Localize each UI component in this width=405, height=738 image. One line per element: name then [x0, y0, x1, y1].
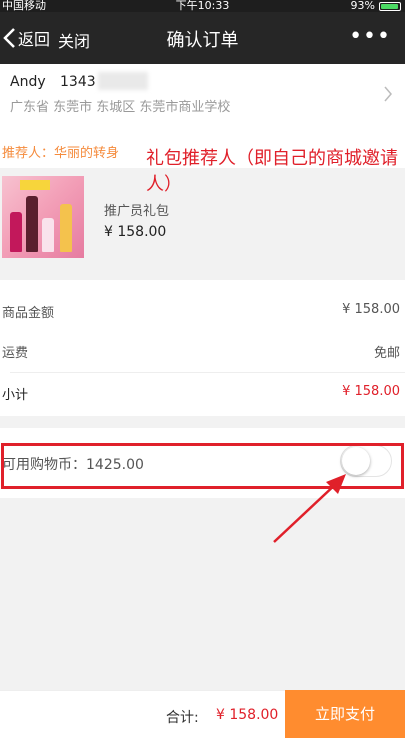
shipping-value: 免邮	[373, 346, 400, 361]
pay-now-button[interactable]: 立即支付	[285, 690, 405, 738]
battery-percent: 93%	[350, 0, 375, 12]
address-detail: 广东省 东莞市 东城区 东莞市商业学校	[10, 100, 231, 115]
status-time: 下午10:33	[175, 0, 230, 12]
product-image-bottle	[10, 212, 22, 252]
annotation-arrow-icon	[273, 474, 346, 543]
goods-amount-label: 商品金额	[2, 306, 55, 321]
shipping-row: 运费 免邮	[0, 330, 405, 370]
product-image	[2, 176, 84, 258]
recommender-label: 推荐人：华丽的转身	[2, 146, 120, 161]
product-image-bottle	[26, 196, 38, 252]
subtotal-label: 小计	[2, 388, 29, 403]
product-price: ¥ 158.00	[104, 224, 167, 240]
subtotal-value: ¥ 158.00	[342, 384, 400, 399]
status-right: 93%	[351, 0, 401, 12]
product-name: 推广员礼包	[104, 204, 170, 219]
goods-amount-value: ¥ 158.00	[342, 302, 400, 317]
phone-redaction	[98, 72, 148, 90]
total-label: 合计:	[166, 710, 199, 726]
product-image-bottle	[60, 204, 72, 252]
recipient-phone: 1343	[60, 74, 96, 90]
status-bar: 中国移动 下午10:33 93%	[0, 0, 405, 12]
product-image-tag	[20, 180, 50, 190]
shipping-address[interactable]: Andy 1343 广东省 东莞市 东城区 东莞市商业学校	[0, 64, 405, 184]
shopping-coins-label: 可用购物币：1425.00	[2, 457, 144, 473]
recipient-name: Andy	[10, 74, 46, 90]
annotation-text: 礼包推荐人（即自己的商城邀请人）	[146, 148, 398, 195]
chevron-left-icon	[3, 28, 15, 48]
battery-icon	[379, 1, 401, 11]
nav-bar: 返回 关闭 确认订单 •••	[0, 12, 405, 64]
order-summary: 商品金额 ¥ 158.00 运费 免邮 小计 ¥ 158.00	[0, 280, 405, 416]
close-button[interactable]: 关闭	[58, 28, 90, 52]
product-image-bottle	[42, 218, 54, 252]
more-icon[interactable]: •••	[349, 24, 391, 49]
subtotal-row: 小计 ¥ 158.00	[0, 372, 405, 412]
total-value: ¥ 158.00	[216, 707, 279, 723]
back-label: 返回	[18, 30, 51, 49]
chevron-right-icon	[384, 86, 392, 102]
goods-amount-row: 商品金额 ¥ 158.00	[0, 290, 405, 330]
shipping-label: 运费	[2, 346, 29, 361]
back-button[interactable]: 返回	[2, 26, 50, 50]
